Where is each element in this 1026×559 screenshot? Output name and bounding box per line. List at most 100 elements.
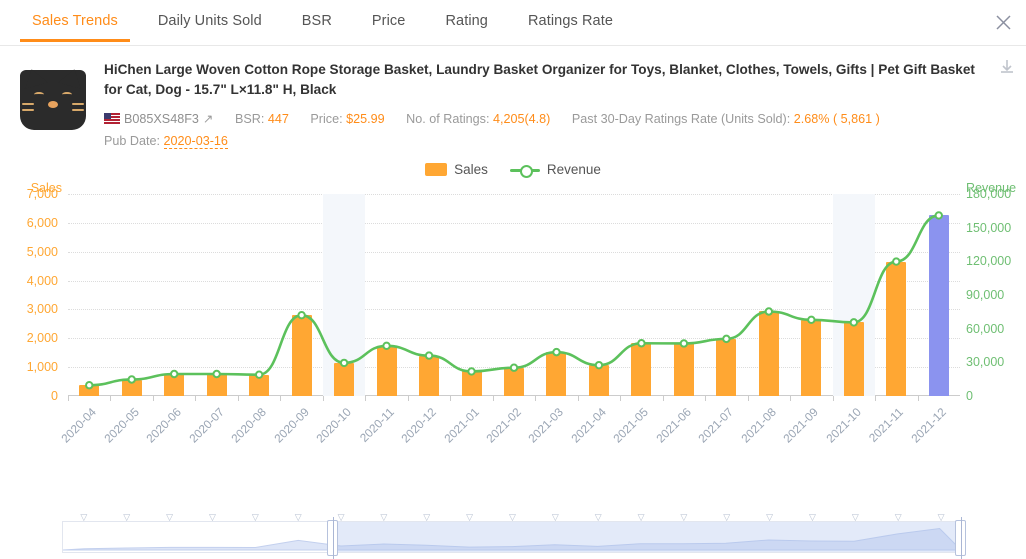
revenue-point-2021-06[interactable] <box>679 339 689 348</box>
tab-label: BSR <box>301 13 332 29</box>
x-tick-2020-11: 2020-11 <box>356 405 397 445</box>
x-tick-mark <box>747 396 749 401</box>
sales-trends-chart: Sales Revenue 0 1,000 2,000 3,000 4,000 5,000… <box>0 181 1026 491</box>
x-tick-2020-06: 2020-06 <box>143 405 185 446</box>
revenue-point-2021-04[interactable] <box>594 360 604 370</box>
x-tick-mark <box>280 396 282 401</box>
revenue-point-2021-10[interactable] <box>849 318 859 327</box>
x-tick-mark <box>365 396 367 401</box>
x-tick-2021-05: 2021-05 <box>610 405 652 446</box>
x-tick-2021-06: 2021-06 <box>653 405 694 446</box>
x-tick-mark <box>577 396 579 401</box>
x-tick-mark <box>152 396 154 401</box>
revenue-point-2020-09[interactable] <box>297 311 306 320</box>
field-value: 2.68% ( 5,861 ) <box>793 112 880 126</box>
legend-label: Revenue <box>546 162 601 177</box>
x-tick-mark <box>662 396 664 401</box>
x-tick-mark <box>322 396 324 401</box>
x-tick-2021-02: 2021-02 <box>483 405 524 446</box>
revenue-point-2021-08[interactable] <box>764 307 774 316</box>
chart-legend: Sales Revenue <box>0 162 1026 178</box>
revenue-point-2020-07[interactable] <box>212 369 221 379</box>
cat-whisker <box>22 103 34 105</box>
field-label: Pub Date: <box>104 134 161 148</box>
revenue-point-2021-01[interactable] <box>467 367 476 376</box>
tab-ratings-rate[interactable]: Ratings Rate <box>508 0 633 41</box>
x-tick-2020-12: 2020-12 <box>398 405 439 446</box>
x-tick-2021-07: 2021-07 <box>695 405 737 446</box>
tab-label: Price <box>371 13 406 29</box>
product-meta: B085XS48F3 ↗ BSR: 447 Price: $25.99 No. o… <box>104 108 1010 152</box>
x-tick-2020-08: 2020-08 <box>228 405 270 446</box>
cat-eye-left-icon <box>34 92 44 97</box>
legend-label: Sales <box>454 162 488 177</box>
revenue-point-2021-05[interactable] <box>637 339 646 348</box>
field-price: Price: $25.99 <box>310 112 388 126</box>
field-value: 4,205(4.8) <box>492 112 551 126</box>
tab-bsr[interactable]: BSR <box>282 0 352 41</box>
cat-ear-left-icon <box>20 66 48 89</box>
revenue-point-2021-11[interactable] <box>892 257 901 266</box>
y-tick-left: 1,000 <box>26 360 58 375</box>
legend-item-revenue[interactable]: Revenue <box>509 162 601 178</box>
x-tick-2021-09: 2021-09 <box>780 405 822 446</box>
x-tick-2021-11: 2021-11 <box>866 405 907 445</box>
tab-bar: Sales Trends Daily Units Sold BSR Price … <box>0 0 1026 46</box>
legend-item-sales[interactable]: Sales <box>425 162 488 177</box>
revenue-point-2020-04[interactable] <box>85 381 94 390</box>
tab-label: Rating <box>445 13 488 29</box>
datazoom-slider[interactable] <box>62 517 966 559</box>
product-asin[interactable]: B085XS48F3 ↗ <box>104 112 217 126</box>
external-link-icon[interactable]: ↗ <box>203 108 214 130</box>
y-tick-left: 6,000 <box>26 215 58 230</box>
x-tick-2020-09: 2020-09 <box>270 405 312 446</box>
x-tick-mark <box>492 396 494 401</box>
tab-sales-trends[interactable]: Sales Trends <box>12 0 138 42</box>
revenue-line <box>85 211 943 390</box>
field-ratings-rate: Past 30-Day Ratings Rate (Units Sold): 2… <box>572 112 880 126</box>
revenue-point-2021-03[interactable] <box>552 347 561 357</box>
revenue-point-2021-02[interactable] <box>509 363 519 372</box>
chart-plot-area[interactable] <box>68 194 960 396</box>
revenue-point-2020-10[interactable] <box>339 358 349 368</box>
x-tick-2020-04: 2020-04 <box>58 405 100 446</box>
close-icon[interactable] <box>990 9 1016 35</box>
cat-whisker <box>72 103 84 105</box>
datazoom-handle-right[interactable] <box>955 517 966 559</box>
field-label: BSR: <box>234 112 265 126</box>
datazoom-handle-left[interactable] <box>327 517 339 559</box>
x-tick-2021-01: 2021-01 <box>440 405 482 446</box>
cat-whisker <box>22 109 34 111</box>
field-bsr: BSR: 447 <box>235 112 292 126</box>
revenue-point-2020-11[interactable] <box>382 341 391 351</box>
x-tick-mark <box>832 396 834 401</box>
x-tick-mark <box>620 396 622 401</box>
revenue-point-2020-12[interactable] <box>424 351 434 360</box>
tab-label: Ratings Rate <box>527 13 613 29</box>
datazoom-selection[interactable] <box>332 522 961 552</box>
sales-swatch-icon <box>425 163 448 176</box>
tab-rating[interactable]: Rating <box>425 0 508 41</box>
tab-label: Sales Trends <box>32 13 118 29</box>
revenue-point-2021-07[interactable] <box>722 334 731 344</box>
cat-basket-image <box>20 66 86 130</box>
y-tick-left: 2,000 <box>26 331 58 346</box>
revenue-point-2021-12[interactable] <box>934 211 943 220</box>
tab-daily-units-sold[interactable]: Daily Units Sold <box>138 0 282 41</box>
cat-eye-right-icon <box>62 92 72 97</box>
product-thumbnail <box>16 62 90 136</box>
tab-price[interactable]: Price <box>352 0 426 41</box>
x-tick-mark <box>875 396 877 401</box>
download-icon[interactable] <box>998 58 1016 81</box>
revenue-point-2020-05[interactable] <box>127 375 136 384</box>
revenue-point-2021-09[interactable] <box>807 315 816 325</box>
y-tick-right: 60,000 <box>966 321 1005 336</box>
datazoom-ticks: ▽ ▽ ▽ ▽ ▽ ▽ ▽ ▽ ▽ ▽ ▽ ▽ ▽ ▽ ▽ ▽ ▽ ▽ ▽ ▽ ▽ <box>62 512 962 522</box>
cat-whisker <box>72 109 84 111</box>
product-summary: HiChen Large Woven Cotton Rope Storage B… <box>0 46 1026 152</box>
cat-ear-right-icon <box>58 66 86 89</box>
y-tick-right: 90,000 <box>966 288 1005 302</box>
x-tick-mark <box>790 396 792 401</box>
revenue-point-2020-06[interactable] <box>169 369 179 379</box>
revenue-point-2020-08[interactable] <box>254 370 264 379</box>
